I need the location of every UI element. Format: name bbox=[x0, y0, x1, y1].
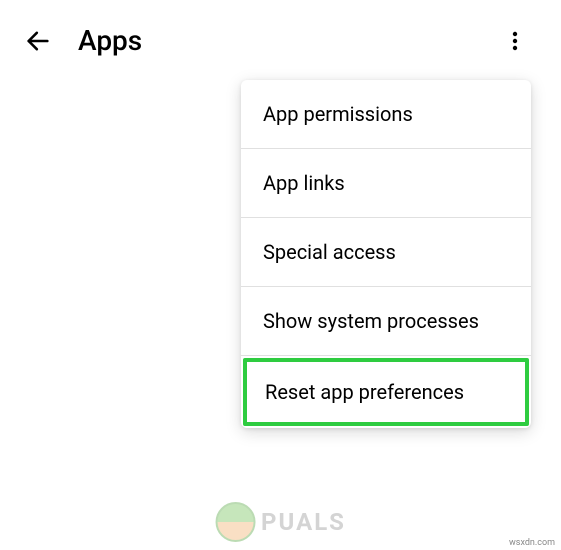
menu-item-label: Show system processes bbox=[263, 309, 479, 333]
menu-item-app-permissions[interactable]: App permissions bbox=[241, 80, 531, 149]
menu-item-show-system-processes[interactable]: Show system processes bbox=[241, 287, 531, 356]
menu-item-label: Special access bbox=[263, 240, 396, 264]
apps-settings-page: Apps App permissions App links Special a… bbox=[0, 0, 561, 550]
page-title: Apps bbox=[78, 24, 142, 57]
watermark-text: PUALS bbox=[261, 508, 346, 536]
back-arrow-icon bbox=[24, 27, 52, 55]
menu-item-label: App links bbox=[263, 171, 345, 195]
menu-item-label: App permissions bbox=[263, 102, 413, 126]
menu-item-reset-app-preferences[interactable]: Reset app preferences bbox=[243, 358, 529, 426]
menu-item-special-access[interactable]: Special access bbox=[241, 218, 531, 287]
more-vertical-icon bbox=[503, 29, 527, 53]
header: Apps bbox=[10, 10, 551, 71]
source-text: wsxdn.com bbox=[509, 538, 555, 548]
overflow-menu-button[interactable] bbox=[499, 25, 531, 57]
menu-item-app-links[interactable]: App links bbox=[241, 149, 531, 218]
menu-item-label: Reset app preferences bbox=[265, 380, 464, 404]
back-button[interactable] bbox=[22, 25, 54, 57]
watermark-avatar-icon bbox=[215, 502, 255, 542]
overflow-menu-dropdown: App permissions App links Special access… bbox=[241, 80, 531, 428]
watermark: PUALS bbox=[215, 502, 346, 542]
